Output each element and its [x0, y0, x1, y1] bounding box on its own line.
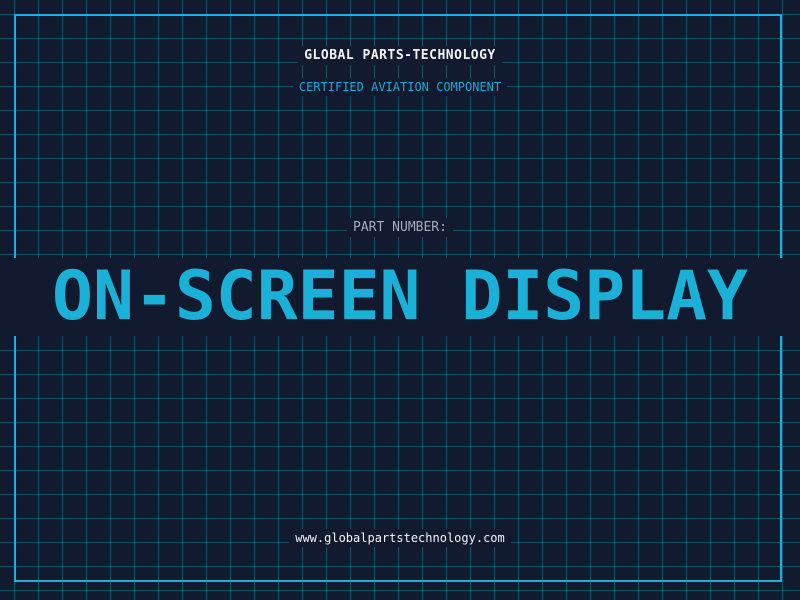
part-number-label: PART NUMBER: [0, 218, 800, 237]
website-url-text: www.globalpartstechnology.com [289, 529, 511, 547]
certification-subtitle-text: CERTIFIED AVIATION COMPONENT [292, 78, 508, 96]
website-url: www.globalpartstechnology.com [0, 529, 800, 547]
company-name-text: GLOBAL PARTS-TECHNOLOGY [298, 46, 502, 65]
part-number-value: ON-SCREEN DISPLAY [52, 257, 748, 336]
part-number-label-text: PART NUMBER: [347, 218, 453, 237]
company-name: GLOBAL PARTS-TECHNOLOGY [0, 46, 800, 65]
certification-subtitle: CERTIFIED AVIATION COMPONENT [0, 78, 800, 96]
